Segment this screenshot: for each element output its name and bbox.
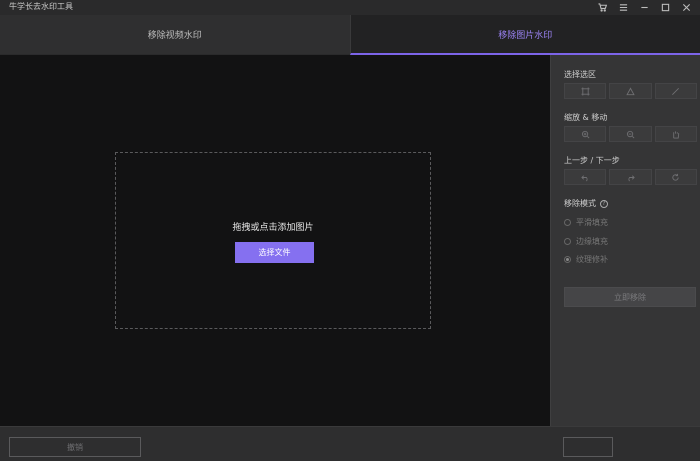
select-area-label: 选择选区: [564, 70, 596, 79]
zoom-out-button[interactable]: [609, 126, 652, 142]
refresh-icon: [672, 173, 679, 181]
remove-mode-label: 移除模式: [564, 199, 596, 208]
tool-sidebar: 选择选区 缩放 & 移动 上一步 / 下一步 移除模式 ? 平滑填充 边缘填充 …: [550, 55, 700, 426]
mode-tabs: 移除视频水印 移除图片水印: [0, 15, 700, 55]
tab-remove-image-watermark[interactable]: 移除图片水印: [349, 15, 700, 55]
export-button[interactable]: [563, 437, 613, 457]
brush-icon: [672, 87, 680, 95]
menu-icon[interactable]: [617, 2, 629, 14]
drop-prompt: 拖拽或点击添加图片: [232, 223, 314, 233]
polygon-select-icon: [626, 86, 635, 95]
mode-option-edge[interactable]: 边缘填充: [564, 236, 608, 247]
close-icon[interactable]: [680, 2, 692, 14]
brush-select-button[interactable]: [654, 83, 697, 99]
zoom-move-label: 缩放 & 移动: [564, 113, 608, 122]
bottom-bar: 撤销: [0, 426, 700, 461]
zoom-in-icon: [581, 130, 590, 138]
remove-now-button[interactable]: 立即移除: [564, 287, 696, 307]
mode-option-texture[interactable]: 纹理修补: [564, 254, 608, 265]
select-tools-row: [564, 83, 697, 99]
radio-icon: [564, 256, 571, 263]
undo-step-button[interactable]: [564, 169, 607, 185]
redo-step-button[interactable]: [609, 169, 652, 185]
rectangle-select-icon: [581, 86, 590, 96]
lasso-select-button[interactable]: [609, 83, 652, 99]
zoom-tools-row: [564, 126, 697, 142]
hand-icon: [673, 130, 680, 139]
remove-mode-heading: 移除模式?: [564, 198, 608, 209]
mode-option-label: 平滑填充: [576, 218, 608, 227]
redo-icon: [628, 174, 635, 181]
zoom-in-button[interactable]: [564, 126, 607, 142]
zoom-out-icon: [626, 130, 635, 138]
mode-option-label: 纹理修补: [576, 255, 608, 264]
title-bar: 牛学长去水印工具: [0, 0, 700, 15]
minimize-icon[interactable]: [638, 2, 650, 14]
pan-button[interactable]: [654, 126, 697, 142]
undo-button[interactable]: 撤销: [9, 437, 141, 457]
rectangle-select-button[interactable]: [564, 83, 607, 99]
mode-option-label: 边缘填充: [576, 237, 608, 246]
mode-option-smooth[interactable]: 平滑填充: [564, 217, 608, 228]
image-dropzone[interactable]: 拖拽或点击添加图片 选择文件: [115, 152, 431, 329]
app-title: 牛学长去水印工具: [9, 2, 73, 11]
radio-icon: [564, 238, 571, 245]
history-tools-row: [564, 169, 697, 185]
canvas-area: 拖拽或点击添加图片 选择文件: [0, 55, 550, 426]
maximize-icon[interactable]: [659, 2, 671, 14]
tab-remove-video-watermark[interactable]: 移除视频水印: [0, 15, 350, 55]
undo-redo-label: 上一步 / 下一步: [564, 156, 620, 165]
reset-button[interactable]: [654, 169, 697, 185]
choose-file-button[interactable]: 选择文件: [235, 242, 314, 263]
cart-icon[interactable]: [596, 2, 608, 14]
window-controls: [596, 0, 692, 15]
radio-icon: [564, 219, 571, 226]
undo-icon: [580, 174, 588, 181]
help-icon[interactable]: ?: [600, 199, 608, 208]
